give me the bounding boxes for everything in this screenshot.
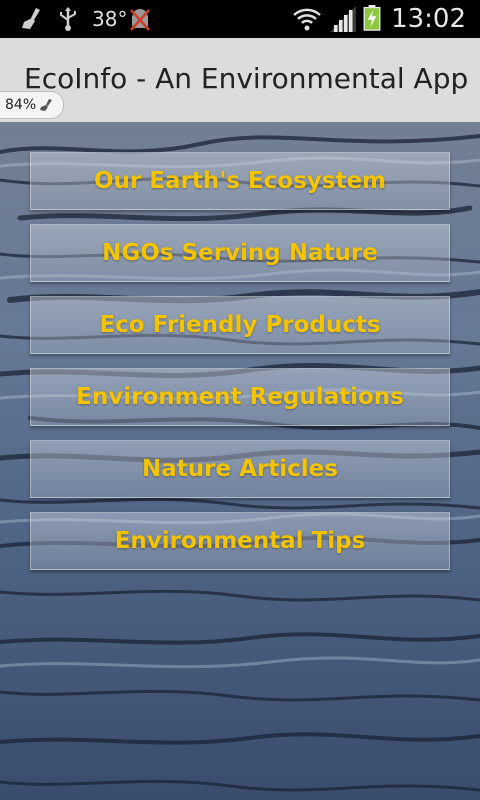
battery-percent-text: 84% — [5, 97, 37, 113]
nature-articles-button-label: Nature Articles — [142, 456, 338, 482]
ecosystem-button[interactable]: Our Earth's Ecosystem — [30, 152, 450, 210]
broom-icon — [40, 99, 53, 111]
battery-charging-icon — [363, 5, 381, 31]
clock-text: 13:02 — [391, 4, 466, 34]
eco-products-button[interactable]: Eco Friendly Products — [30, 296, 450, 354]
app-title: EcoInfo - An Environmental App — [24, 62, 469, 95]
main-menu: Our Earth's Ecosystem NGOs Serving Natur… — [30, 152, 450, 584]
broom-icon — [22, 8, 40, 29]
ecosystem-button-label: Our Earth's Ecosystem — [93, 168, 387, 194]
action-bar: EcoInfo - An Environmental App — [0, 38, 480, 122]
environmental-tips-button[interactable]: Environmental Tips — [30, 512, 450, 570]
regulations-button[interactable]: Environment Regulations — [30, 368, 450, 426]
environmental-tips-button-label: Environmental Tips — [114, 528, 366, 554]
app-screen: 38° 13:02 EcoInfo - An Environmental App… — [0, 0, 480, 800]
battery-percent-chip: 84% — [0, 91, 65, 119]
nature-articles-button[interactable]: Nature Articles — [30, 440, 450, 498]
android-debug-icon — [130, 9, 150, 31]
eco-products-button-label: Eco Friendly Products — [99, 312, 381, 338]
temperature-text: 38° — [92, 7, 128, 31]
usb-icon — [60, 7, 76, 31]
signal-icon — [330, 6, 356, 32]
wifi-icon — [293, 8, 321, 31]
ngos-button-label: NGOs Serving Nature — [102, 240, 378, 266]
regulations-button-label: Environment Regulations — [76, 384, 404, 410]
ngos-button[interactable]: NGOs Serving Nature — [30, 224, 450, 282]
status-bar: 38° 13:02 — [0, 0, 480, 38]
